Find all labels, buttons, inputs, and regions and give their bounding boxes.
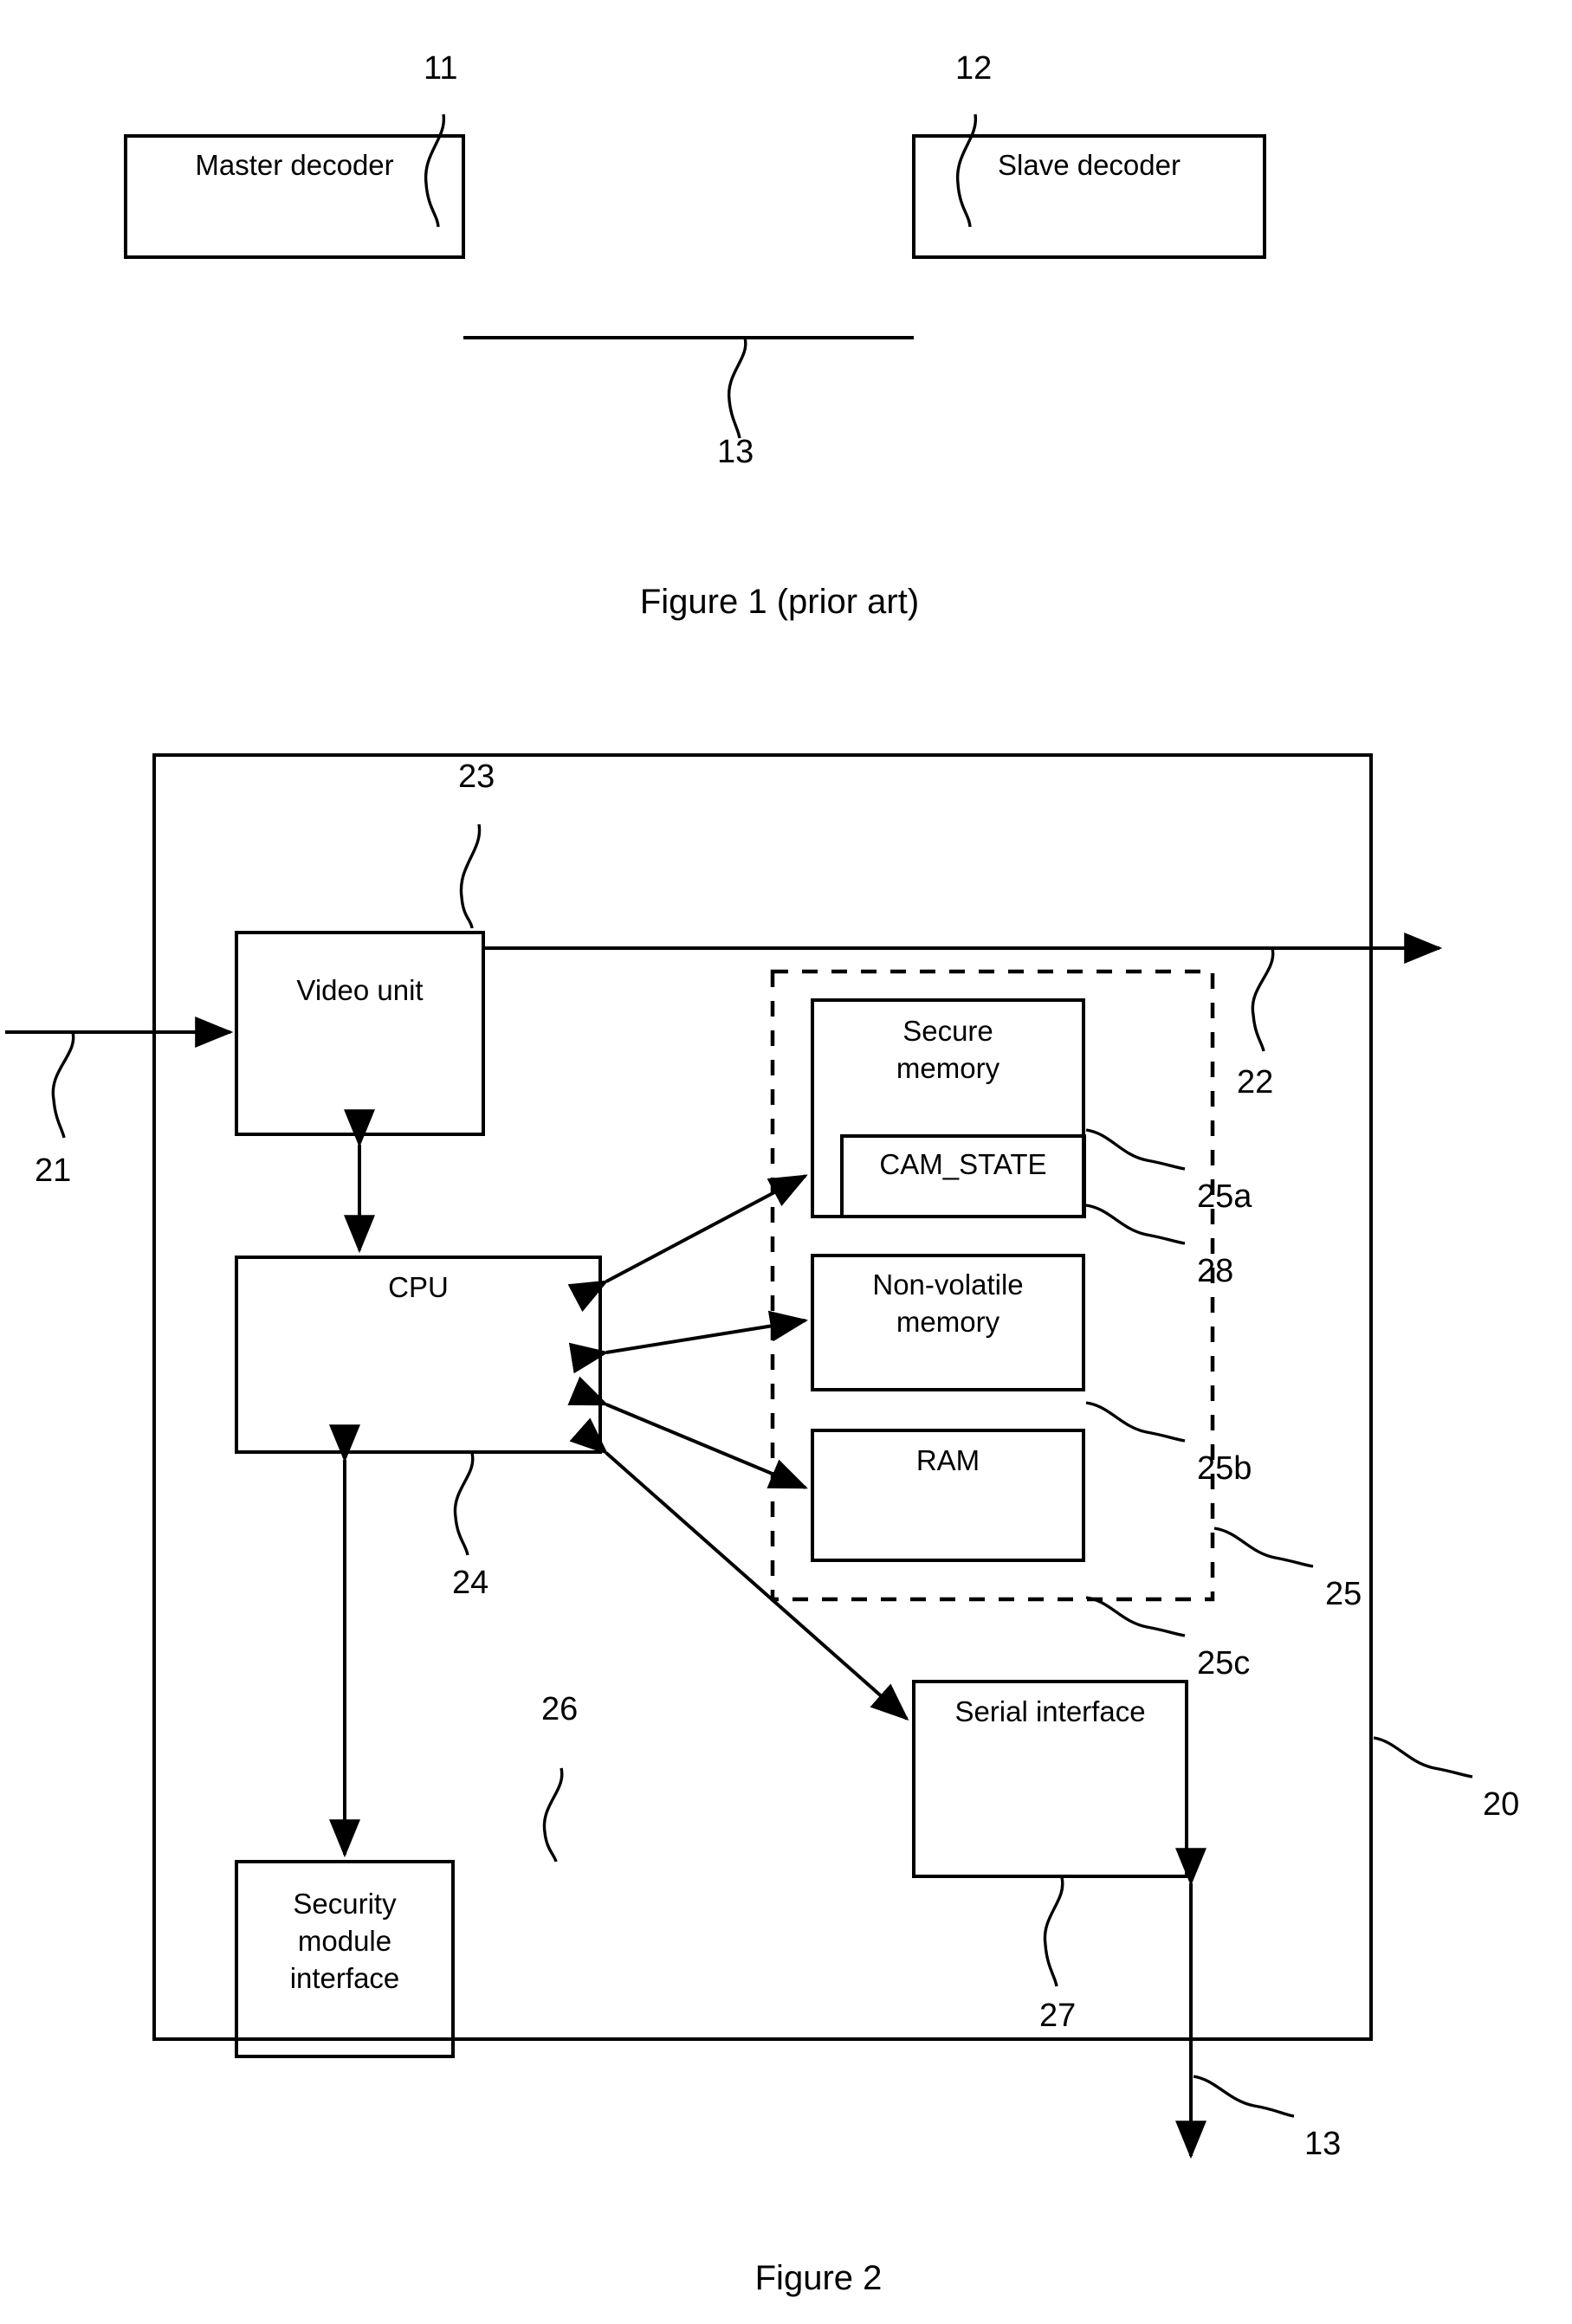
serial-interface-label: Serial interface [954, 1695, 1146, 1727]
leader-23 [459, 823, 482, 929]
non-volatile-memory-label-line1: Non-volatile [872, 1269, 1024, 1301]
video-unit-label: Video unit [296, 974, 424, 1006]
security-module-interface-label-line3: interface [289, 1962, 400, 1994]
patent-figure-sheet: Master decoder Slave decoder 11 12 13 Fi… [0, 0, 1572, 2324]
ref-11: 11 [424, 50, 458, 87]
ref-24: 24 [452, 1565, 489, 1601]
leader-13-fig2 [1193, 2075, 1295, 2118]
ref-12: 12 [955, 50, 993, 87]
leader-25b [1085, 1401, 1186, 1443]
cpu-label: CPU [388, 1271, 449, 1303]
ref-22: 22 [1237, 1064, 1274, 1101]
cam-state-label: CAM_STATE [879, 1148, 1047, 1180]
ref-26: 26 [541, 1691, 579, 1727]
secure-memory-label-line2: memory [896, 1052, 1000, 1084]
leader-24 [453, 1452, 475, 1556]
leader-26 [542, 1767, 564, 1862]
leader-21 [51, 1031, 75, 1139]
leader-22 [1251, 947, 1275, 1052]
master-decoder-label: Master decoder [195, 149, 394, 181]
ref-25a: 25a [1197, 1178, 1252, 1215]
ref-13-fig1: 13 [717, 434, 754, 470]
ref-25: 25 [1325, 1576, 1362, 1612]
ref-21: 21 [35, 1152, 72, 1189]
slave-decoder-label: Slave decoder [998, 149, 1181, 181]
non-volatile-memory-label-line2: memory [896, 1306, 1000, 1338]
figure-2-caption: Figure 2 [754, 2259, 883, 2297]
ref-28: 28 [1197, 1253, 1234, 1289]
ref-20: 20 [1483, 1786, 1520, 1823]
video-unit-box [235, 931, 485, 1136]
leader-20 [1373, 1736, 1473, 1779]
secure-memory-label-line1: Secure [902, 1015, 993, 1047]
ref-27: 27 [1039, 1998, 1077, 2034]
leader-27 [1043, 1876, 1064, 1987]
security-module-interface-label-line2: module [297, 1925, 392, 1957]
security-module-interface-label-line1: Security [293, 1888, 397, 1920]
ram-label: RAM [915, 1444, 980, 1476]
ref-13-fig2: 13 [1304, 2126, 1342, 2162]
leader-13-fig1 [727, 337, 747, 439]
leader-25c [1085, 1596, 1186, 1637]
cpu-nonvolatile-bus [568, 1310, 809, 1374]
cpu-serial-bus [569, 1417, 909, 1721]
cpu-secure-memory-bus [567, 1174, 808, 1313]
ref-25c: 25c [1197, 1645, 1251, 1682]
leader-25a [1085, 1128, 1186, 1171]
leader-25 [1213, 1527, 1314, 1568]
leader-28 [1085, 1204, 1186, 1245]
cpu-ram-bus [567, 1376, 808, 1489]
figure-1-caption: Figure 1 (prior art) [639, 583, 920, 621]
ref-25b: 25b [1197, 1450, 1252, 1487]
ref-23: 23 [458, 759, 495, 795]
